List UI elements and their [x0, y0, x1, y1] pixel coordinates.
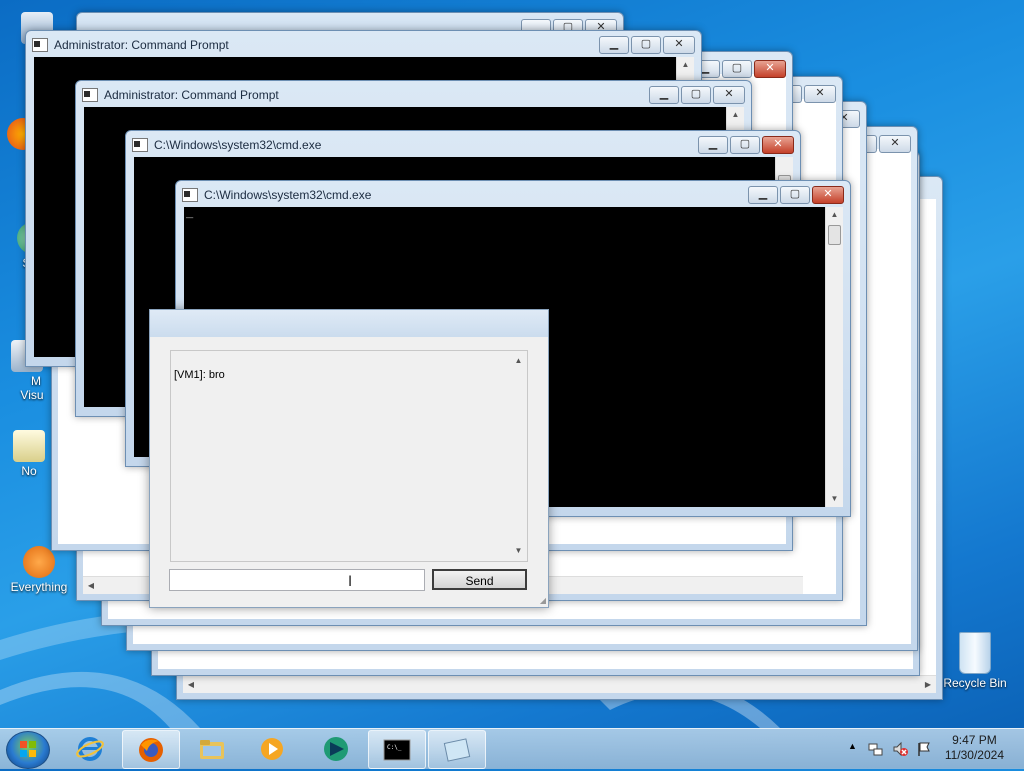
close-button[interactable]: ✕ [812, 186, 844, 204]
media-player-icon [261, 738, 283, 760]
recycle-bin-icon [959, 632, 991, 674]
taskbar-internet-explorer[interactable] [62, 730, 118, 767]
taskbar-media-player[interactable] [244, 730, 300, 767]
taskbar-app-window[interactable] [428, 730, 486, 769]
internet-explorer-icon [76, 737, 104, 761]
green-app-icon [324, 737, 348, 761]
window-title: C:\Windows\system32\cmd.exe [154, 138, 322, 152]
chat-dialog[interactable]: [VM1]: bro ▲ ▼ I Send ◢ [149, 309, 549, 608]
scroll-up-arrow[interactable]: ▲ [677, 57, 694, 73]
taskbar-file-explorer[interactable] [184, 730, 240, 767]
window-controls: ▁▢✕ [597, 36, 695, 54]
close-button[interactable]: ✕ [754, 60, 786, 78]
minimize-button[interactable]: ▁ [599, 36, 629, 54]
cmd-icon [32, 38, 48, 52]
close-button[interactable]: ✕ [663, 36, 695, 54]
chat-log[interactable]: [VM1]: bro ▲ ▼ [170, 350, 528, 562]
desktop-icon-recycle-bin[interactable]: Recycle Bin [940, 632, 1010, 690]
maximize-button[interactable]: ▢ [722, 60, 752, 78]
notepad-icon [13, 430, 45, 462]
console-cursor: _ [186, 207, 194, 221]
folder-icon [200, 740, 224, 759]
title-bar[interactable]: C:\Windows\system32\cmd.exe [132, 131, 794, 159]
firefox-icon [139, 738, 163, 762]
maximize-button[interactable]: ▢ [631, 36, 661, 54]
window-title: Administrator: Command Prompt [54, 38, 229, 52]
network-icon[interactable] [868, 741, 884, 757]
text-cursor-icon: I [348, 574, 353, 590]
desktop-icon-everything[interactable]: Everything [4, 546, 74, 594]
vertical-scrollbar[interactable]: ▲ ▼ [825, 207, 843, 507]
minimize-button[interactable]: ▁ [748, 186, 778, 204]
close-button[interactable]: ✕ [713, 86, 745, 104]
desktop-icon-label: Recycle Bin [943, 676, 1007, 690]
send-button[interactable]: Send [432, 569, 527, 590]
chat-input[interactable] [169, 569, 425, 591]
show-hidden-icons-icon[interactable]: ▲ [848, 741, 864, 757]
cmd-icon [132, 138, 148, 152]
desktop-icon-label: Everything [10, 580, 68, 594]
close-button[interactable]: ✕ [804, 85, 836, 103]
title-bar[interactable]: Administrator: Command Prompt [32, 31, 695, 59]
scroll-up-arrow[interactable]: ▲ [510, 353, 527, 369]
scroll-left-arrow[interactable]: ◀ [183, 676, 199, 693]
window-controls: ▁▢✕ [696, 136, 794, 154]
command-prompt-icon: C:\_ [383, 739, 411, 761]
cmd-icon [82, 88, 98, 102]
minimize-button[interactable]: ▁ [698, 136, 728, 154]
taskbar-app-green[interactable] [308, 730, 364, 767]
window-controls: ▁▢✕ [647, 86, 745, 104]
cmd-icon [182, 188, 198, 202]
action-center-flag-icon[interactable] [916, 741, 932, 757]
maximize-button[interactable]: ▢ [681, 86, 711, 104]
scrollbar-thumb[interactable] [828, 225, 841, 245]
resize-grip-icon: ◢ [539, 596, 546, 605]
close-button[interactable]: ✕ [879, 135, 911, 153]
chat-title-bar[interactable] [150, 310, 548, 337]
title-bar[interactable]: C:\Windows\system32\cmd.exe [182, 181, 844, 209]
minimize-button[interactable]: ▁ [649, 86, 679, 104]
window-controls: ▁▢✕ [746, 186, 844, 204]
window-controls: ▁▢✕ [688, 60, 786, 78]
chat-message: [VM1]: bro [174, 369, 225, 381]
scroll-down-arrow[interactable]: ▼ [510, 543, 527, 559]
window-title: Administrator: Command Prompt [104, 88, 279, 102]
windows-logo-icon [20, 741, 36, 757]
taskbar-firefox[interactable] [122, 730, 180, 769]
clock-time: 9:47 PM [952, 733, 997, 747]
scroll-up-arrow[interactable]: ▲ [727, 107, 744, 123]
system-tray: ▲ 9:47 PM 11/30/2024 [824, 729, 1024, 769]
start-button[interactable] [6, 731, 50, 769]
maximize-button[interactable]: ▢ [730, 136, 760, 154]
scroll-up-arrow[interactable]: ▲ [826, 207, 843, 223]
scroll-right-arrow[interactable]: ▶ [920, 676, 936, 693]
app-window-icon [443, 738, 471, 762]
taskbar: C:\_ ▲ 9:47 PM 11/30/2024 [0, 728, 1024, 769]
title-bar[interactable]: Administrator: Command Prompt [82, 81, 745, 109]
scroll-down-arrow[interactable]: ▼ [826, 491, 843, 507]
maximize-button[interactable]: ▢ [780, 186, 810, 204]
clock-date: 11/30/2024 [944, 748, 1004, 762]
svg-text:C:\_: C:\_ [387, 744, 402, 751]
volume-muted-icon[interactable] [892, 741, 908, 757]
horizontal-scrollbar[interactable]: ◀ ▶ [183, 675, 936, 693]
close-button[interactable]: ✕ [762, 136, 794, 154]
clock[interactable]: 9:47 PM 11/30/2024 [945, 733, 1004, 763]
vertical-scrollbar[interactable]: ▲ ▼ [510, 351, 527, 561]
taskbar-command-prompt[interactable]: C:\_ [368, 730, 426, 769]
scroll-left-arrow[interactable]: ◀ [83, 577, 99, 594]
window-title: C:\Windows\system32\cmd.exe [204, 188, 372, 202]
